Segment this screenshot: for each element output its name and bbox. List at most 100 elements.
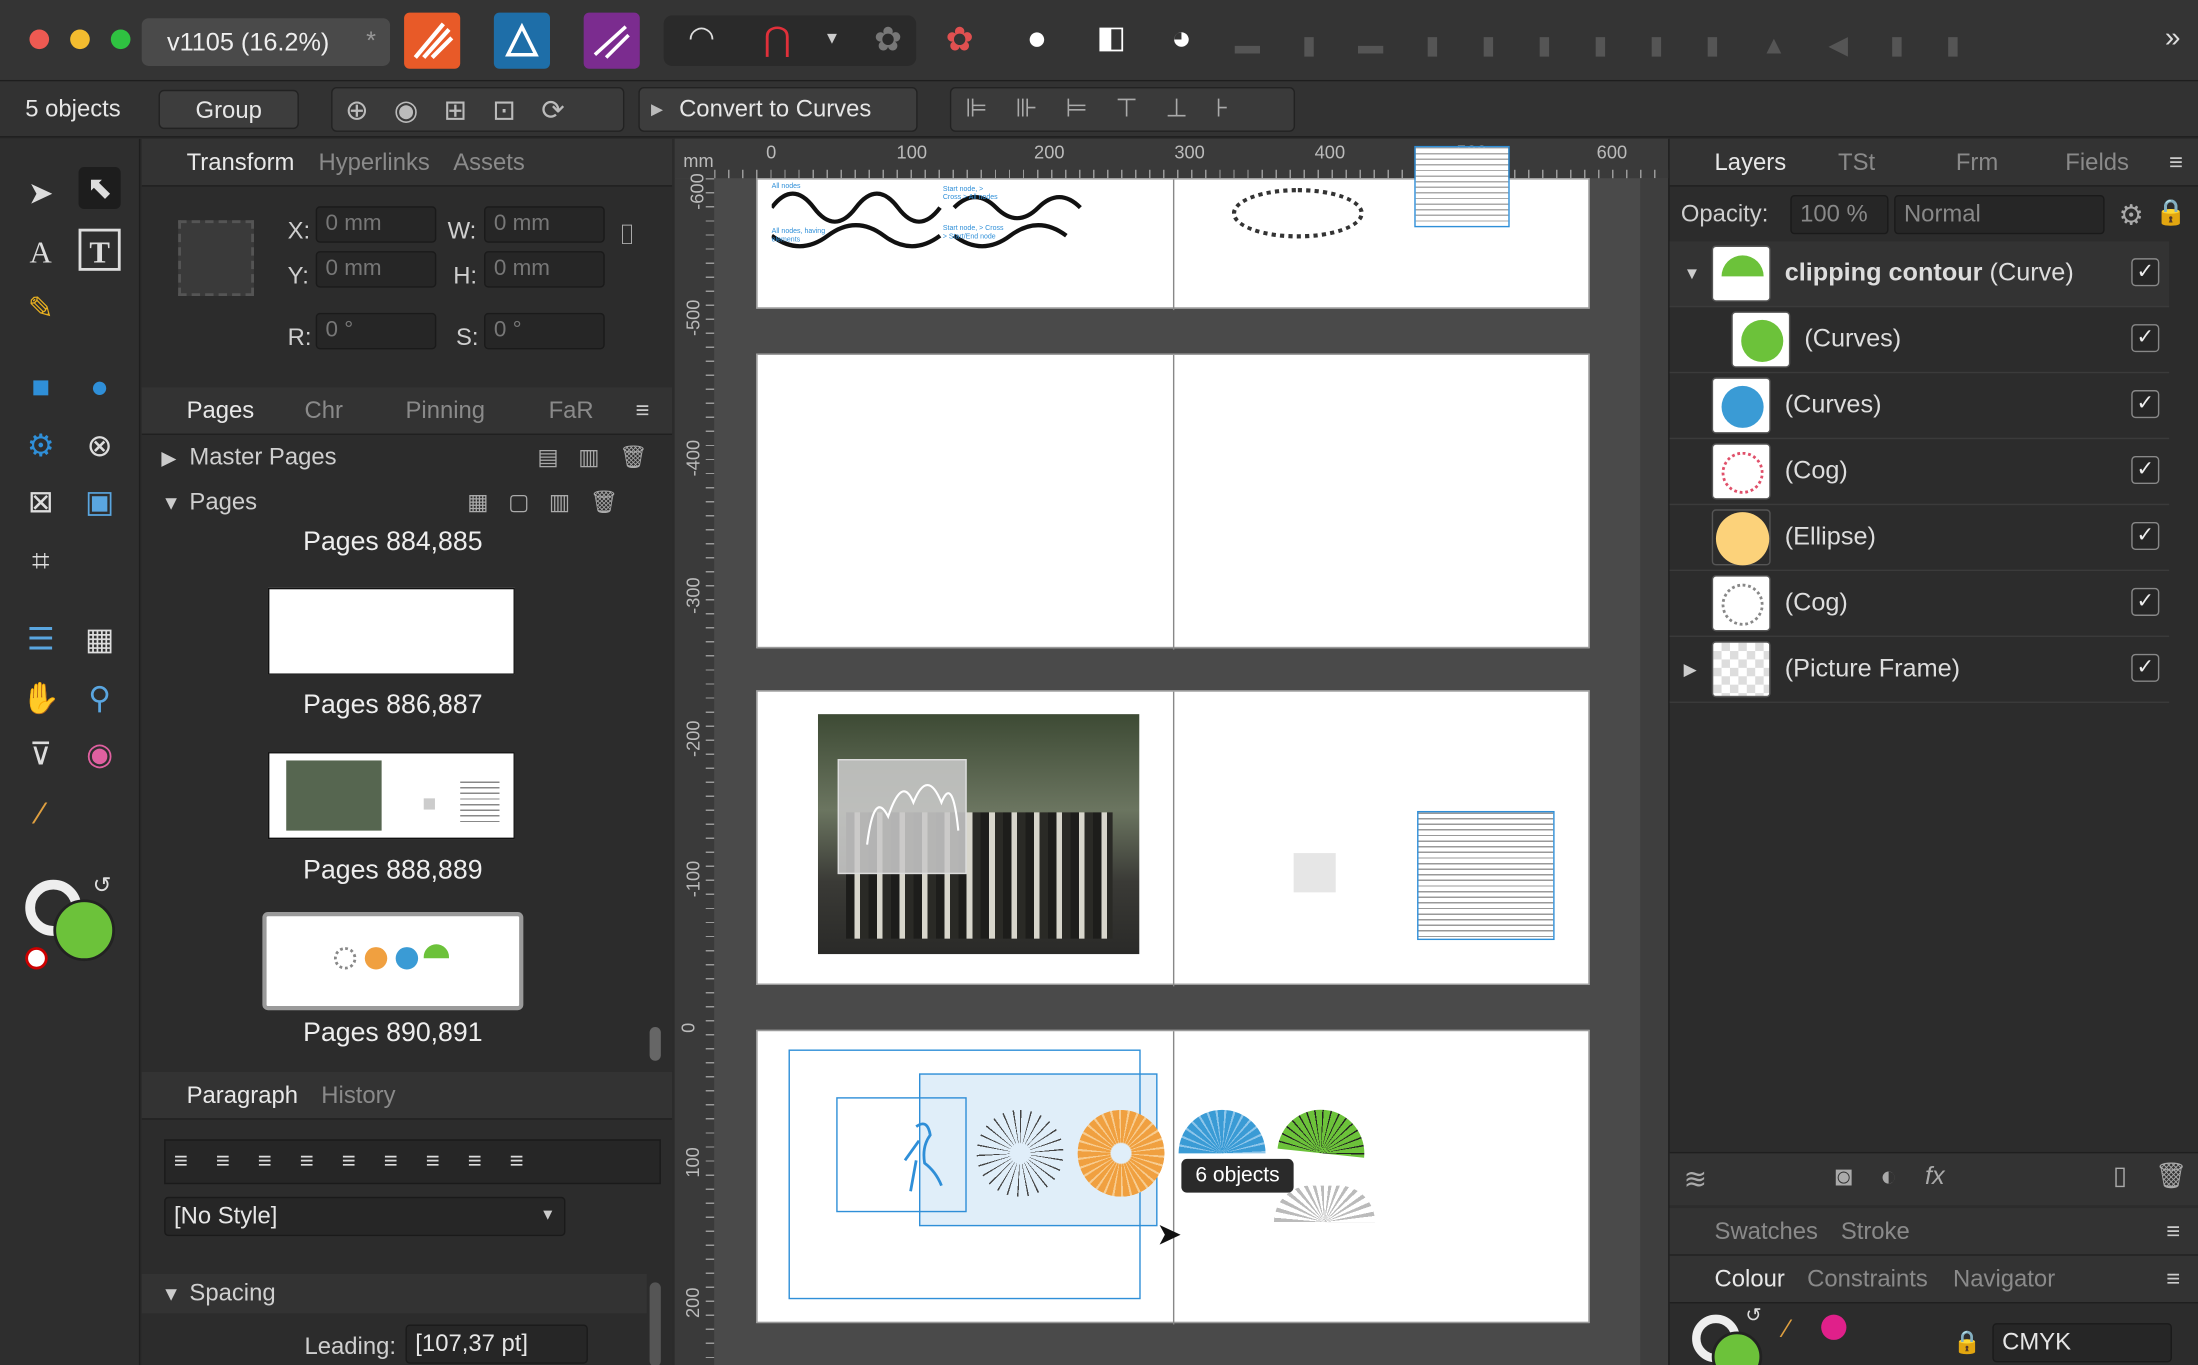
- colour-picker-icon[interactable]: ⁄: [1785, 1315, 1789, 1344]
- chevron-down-icon[interactable]: ▼: [824, 28, 841, 48]
- leading-field[interactable]: [107,37 pt]: [405, 1324, 588, 1364]
- spread-886[interactable]: [756, 353, 1590, 650]
- tab-frm[interactable]: Frm: [1956, 149, 1998, 177]
- overlay-sketch-frame[interactable]: [837, 759, 967, 875]
- panel-menu-icon[interactable]: ≡: [636, 397, 650, 425]
- visibility-checkbox[interactable]: ✓: [2131, 324, 2160, 353]
- tab-far[interactable]: FaR: [549, 397, 594, 425]
- spread-888[interactable]: [756, 690, 1590, 987]
- tab-stroke[interactable]: Stroke: [1841, 1218, 1910, 1246]
- pen-tool-icon[interactable]: ✎: [20, 288, 62, 330]
- visibility-checkbox[interactable]: ✓: [2131, 521, 2160, 550]
- master-pages-label[interactable]: Master Pages: [189, 443, 336, 471]
- layers-menu-icon[interactable]: ≡: [2169, 149, 2183, 177]
- layer-row-cog-red[interactable]: (Cog) ✓: [1669, 439, 2170, 506]
- layer-row-curves-green[interactable]: (Curves) ✓: [1669, 307, 2170, 374]
- canvas-area[interactable]: mm 0 100 200 300 400 500 600 -600 -500 -…: [674, 138, 1669, 1365]
- tab-constraints[interactable]: Constraints: [1807, 1266, 1928, 1294]
- convert-to-curves-button[interactable]: ▸ Convert to Curves: [638, 86, 918, 132]
- colour-swap-icon[interactable]: ↺: [1745, 1303, 1761, 1327]
- fan-green[interactable]: [1277, 1105, 1369, 1158]
- disclosure-down-icon[interactable]: ▼: [161, 491, 180, 513]
- link-aspect-icon[interactable]: ⌷: [619, 220, 636, 252]
- artistic-text-icon[interactable]: A: [20, 232, 62, 274]
- colour-picker-wheel-icon[interactable]: ◉: [79, 734, 121, 776]
- grey-box[interactable]: [1293, 853, 1336, 893]
- bool-add-icon[interactable]: ●: [1014, 20, 1059, 62]
- cog-orange[interactable]: [1077, 1109, 1165, 1197]
- tab-chr[interactable]: Chr: [304, 397, 342, 425]
- cog-grey[interactable]: [976, 1109, 1064, 1197]
- colour-mode-select[interactable]: CMYK: [1992, 1323, 2172, 1363]
- layer-row-clipping-contour[interactable]: ▼ clipping contour (Curve) ✓: [1669, 241, 2170, 308]
- paragraph-scrollbar[interactable]: [649, 1282, 661, 1365]
- style-dropdown-icon[interactable]: ▼: [540, 1207, 555, 1224]
- pages-scrollbar[interactable]: [649, 1027, 661, 1061]
- hand-tool-icon[interactable]: ✋: [20, 678, 62, 720]
- align-distribute-icons[interactable]: ▬▮▬▮▮▮▮▮▮▲◀▮▮: [1235, 31, 2133, 59]
- colour-menu-icon[interactable]: ≡: [2166, 1266, 2180, 1294]
- group-button[interactable]: Group: [158, 89, 299, 130]
- layer-collapsed-icon[interactable]: ▶: [1684, 659, 1697, 679]
- swap-colours-icon[interactable]: ↺: [93, 871, 112, 899]
- frame-text-icon[interactable]: T: [78, 228, 121, 271]
- snapping-magnet-icon[interactable]: ⋂: [755, 20, 800, 62]
- tab-tst[interactable]: TSt: [1838, 149, 1875, 177]
- no-colour-icon[interactable]: [25, 947, 48, 970]
- lock-icon[interactable]: 🔒: [2155, 198, 2186, 227]
- mask-icon[interactable]: ◙: [1835, 1162, 1852, 1194]
- spread-890[interactable]: 6 objects ➤: [756, 1029, 1590, 1325]
- eyedropper-icon[interactable]: ⁄: [20, 793, 62, 835]
- cog-tool-icon[interactable]: ⚙: [20, 425, 62, 467]
- opacity-field[interactable]: 100 %: [1790, 195, 1889, 235]
- tab-paragraph[interactable]: Paragraph: [187, 1082, 298, 1110]
- x-field[interactable]: 0 mm: [315, 206, 437, 243]
- tab-colour[interactable]: Colour: [1715, 1266, 1785, 1294]
- anchor-selector[interactable]: [178, 220, 254, 297]
- adjustment-icon[interactable]: ◐: [1880, 1162, 1897, 1194]
- geometry-flower-icon[interactable]: ✿: [866, 20, 911, 62]
- tab-history[interactable]: History: [321, 1082, 395, 1110]
- spread-882[interactable]: All nodes All nodes, having elements Sta…: [756, 145, 1590, 311]
- bool-subtract-icon[interactable]: ◧: [1089, 20, 1134, 62]
- delete-layer-icon[interactable]: 🗑: [2155, 1162, 2187, 1191]
- visibility-checkbox[interactable]: ✓: [2131, 587, 2160, 616]
- layer-row-cog-grey[interactable]: (Cog) ✓: [1669, 571, 2170, 637]
- settings-gear-icon[interactable]: ⚙: [2119, 198, 2144, 233]
- text-frame-right[interactable]: [1417, 810, 1555, 941]
- ellipse-tool-icon[interactable]: ●: [79, 366, 121, 408]
- publisher-persona-icon[interactable]: [404, 12, 461, 69]
- node-tool-icon[interactable]: ⬉: [78, 166, 121, 210]
- fill-colour-well[interactable]: [53, 899, 116, 962]
- layer-expand-icon[interactable]: ▼: [1684, 264, 1701, 284]
- page-thumb-890-selected[interactable]: [262, 911, 524, 1011]
- photo-persona-icon[interactable]: [583, 12, 640, 69]
- visibility-checkbox[interactable]: ✓: [2131, 390, 2160, 419]
- page-actions[interactable]: ▦▢▥🗑: [467, 488, 638, 516]
- document-tab[interactable]: v1105 (16.2%) *: [141, 18, 391, 66]
- tab-navigator[interactable]: Navigator: [1953, 1266, 2055, 1294]
- fill-tool-icon[interactable]: ⊽: [20, 734, 62, 776]
- blend-mode-select[interactable]: Normal: [1894, 195, 2105, 235]
- visibility-checkbox[interactable]: ✓: [2131, 258, 2160, 287]
- rect-frame-tool-icon[interactable]: ⊠: [20, 481, 62, 523]
- table-tool-icon[interactable]: ▦: [79, 619, 121, 661]
- zoom-window-button[interactable]: [110, 29, 131, 50]
- y-field[interactable]: 0 mm: [315, 251, 437, 288]
- rotation-field[interactable]: 0 °: [315, 312, 437, 350]
- layer-row-curves-blue[interactable]: (Curves) ✓: [1669, 373, 2170, 440]
- layer-row-ellipse[interactable]: (Ellipse) ✓: [1669, 505, 2170, 572]
- shear-field[interactable]: 0 °: [484, 312, 605, 350]
- layer-stack-icon[interactable]: ≋: [1684, 1162, 1708, 1197]
- page-thumb-888[interactable]: [267, 752, 515, 840]
- w-field[interactable]: 0 mm: [484, 206, 605, 243]
- close-window-button[interactable]: [29, 29, 50, 50]
- visibility-checkbox[interactable]: ✓: [2131, 455, 2160, 485]
- tab-assets[interactable]: Assets: [453, 149, 525, 177]
- pages-label[interactable]: Pages: [189, 488, 257, 516]
- page-thumb-886[interactable]: [267, 587, 515, 675]
- crop-tool-icon[interactable]: ⌗: [20, 540, 62, 582]
- disclosure-right-icon[interactable]: ▶: [161, 446, 176, 470]
- alignment-segment[interactable]: ≡≡≡≡≡≡≡≡≡: [164, 1139, 661, 1185]
- master-page-actions[interactable]: ▤▥🗑: [537, 443, 667, 471]
